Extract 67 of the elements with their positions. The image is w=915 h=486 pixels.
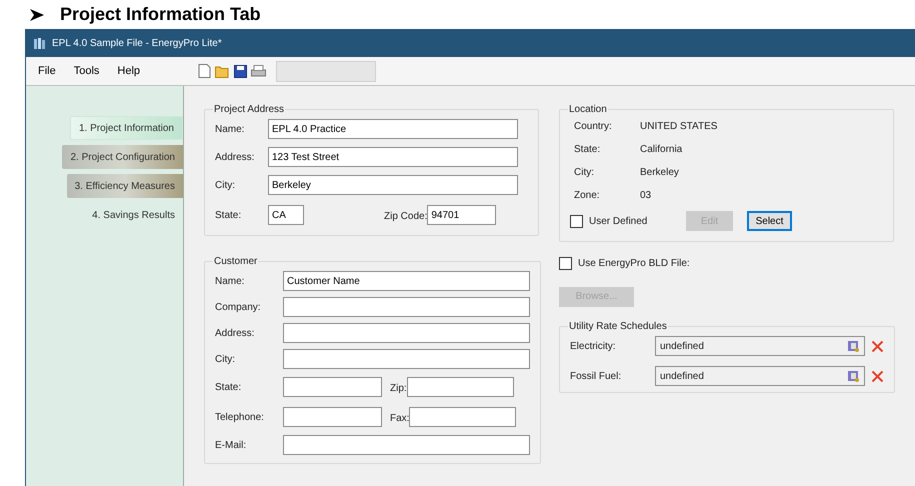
- field-label: City:: [215, 178, 236, 192]
- step-tab[interactable]: 3. Efficiency Measures: [66, 174, 183, 198]
- field-label: Fax:: [390, 413, 410, 424]
- schedule-field[interactable]: undefined: [655, 336, 865, 356]
- printer-icon[interactable]: [251, 64, 266, 78]
- checkbox[interactable]: [559, 257, 572, 270]
- text-field[interactable]: Berkeley: [268, 175, 518, 195]
- field-label: Address:: [215, 326, 256, 340]
- field-label: Country:: [574, 120, 613, 134]
- group-title: Location: [568, 103, 608, 117]
- menu-item[interactable]: Help: [117, 62, 140, 80]
- text-field[interactable]: EPL 4.0 Practice: [268, 119, 518, 139]
- checkbox[interactable]: [570, 214, 583, 228]
- text-field[interactable]: [406, 377, 514, 397]
- field-label: Telephone:: [215, 410, 265, 424]
- text-field[interactable]: [283, 297, 530, 317]
- field-label: E-Mail:: [215, 438, 248, 452]
- delete-icon[interactable]: [871, 370, 884, 382]
- menu-item[interactable]: Tools: [74, 62, 100, 80]
- text-field[interactable]: [283, 407, 382, 427]
- location-value: California: [640, 143, 682, 157]
- text-field[interactable]: Customer Name: [283, 271, 530, 291]
- push-button[interactable]: Select: [747, 211, 792, 231]
- schedule-value: undefined: [660, 370, 704, 384]
- field-label: Electricity:: [570, 340, 617, 354]
- text-field[interactable]: 94701: [427, 205, 496, 225]
- checkbox-label: Use EnergyPro BLD File:: [578, 257, 690, 271]
- text-field[interactable]: [283, 377, 382, 397]
- delete-icon[interactable]: [871, 340, 884, 352]
- location-value: Berkeley: [640, 166, 679, 180]
- text-field[interactable]: [283, 349, 530, 369]
- field-label: Address:: [215, 150, 256, 164]
- location-value: UNITED STATES: [640, 120, 718, 134]
- checkbox-label: User Defined: [589, 214, 648, 228]
- schedule-field[interactable]: undefined: [655, 366, 865, 386]
- group-title: Utility Rate Schedules: [568, 320, 668, 334]
- step-tab[interactable]: 4. Savings Results: [84, 203, 183, 227]
- menu-item[interactable]: File: [38, 62, 56, 80]
- text-field[interactable]: [283, 435, 530, 455]
- field-label: Fossil Fuel:: [570, 370, 622, 384]
- field-label: City:: [574, 166, 595, 180]
- field-label: Company:: [215, 300, 262, 314]
- text-field[interactable]: [283, 323, 530, 343]
- section-heading: Project Information Tab: [60, 3, 261, 26]
- field-label: State:: [215, 380, 242, 394]
- step-tab[interactable]: 1. Project Information: [70, 116, 183, 140]
- field-label: State:: [574, 143, 602, 157]
- group-title: Project Address: [213, 103, 286, 117]
- save-icon[interactable]: [234, 64, 248, 78]
- field-label: Name:: [215, 274, 246, 288]
- field-label: Name:: [215, 122, 246, 136]
- window-title: EPL 4.0 Sample File - EnergyPro Lite*: [52, 36, 222, 50]
- group-title: Customer: [213, 255, 258, 269]
- field-label: Zip Code:: [384, 211, 428, 222]
- location-value: 03: [640, 189, 652, 203]
- new-file-icon[interactable]: [198, 64, 212, 78]
- field-label: City:: [215, 352, 236, 366]
- field-label: Zone:: [574, 189, 601, 203]
- app-icon: [34, 38, 45, 48]
- text-field[interactable]: CA: [268, 205, 304, 225]
- schedule-value: undefined: [660, 340, 704, 354]
- field-label: Zip:: [390, 383, 407, 394]
- step-tab[interactable]: 2. Project Configuration: [62, 145, 183, 169]
- field-label: State:: [215, 208, 242, 222]
- arrow-bullet-icon: [30, 8, 44, 20]
- text-field[interactable]: [409, 407, 516, 427]
- text-field[interactable]: 123 Test Street: [268, 147, 518, 167]
